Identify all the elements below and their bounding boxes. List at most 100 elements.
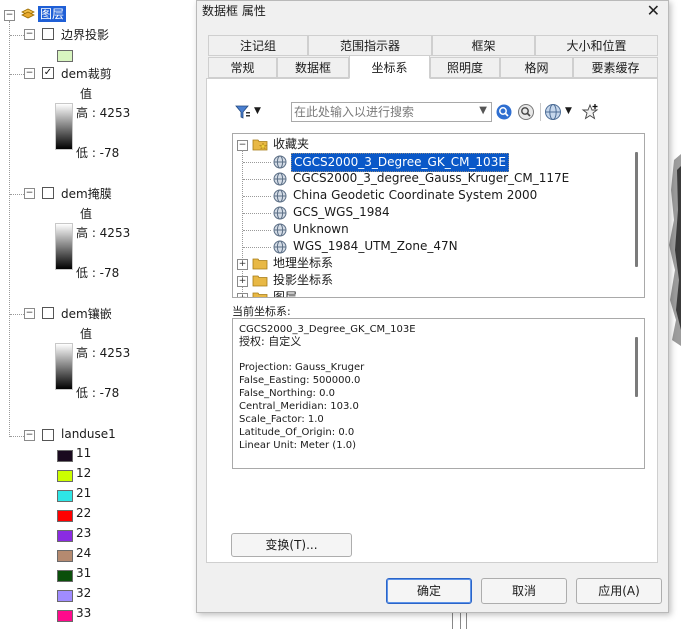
tree-line [10, 314, 24, 315]
tab-extent-indicators[interactable]: 范围指示器 [308, 35, 432, 56]
coordinate-system-item[interactable]: Unknown [293, 221, 349, 238]
high-value: 高 : 4253 [76, 346, 131, 360]
layer-name[interactable]: 边界投影 [61, 26, 109, 43]
close-icon[interactable]: ✕ [647, 1, 660, 20]
favorites-label[interactable]: 收藏夹 [273, 136, 309, 153]
tab-size-and-position[interactable]: 大小和位置 [535, 35, 658, 56]
tab-coordinate-system[interactable]: 坐标系 [349, 55, 430, 79]
layer-name[interactable]: landuse1 [61, 427, 116, 441]
tree-line [10, 74, 24, 75]
dialog-title: 数据框 属性 [202, 4, 266, 18]
collapse-layer-toggle[interactable]: − [24, 308, 35, 319]
tree-line [243, 179, 271, 180]
collapse-root-toggle[interactable]: − [4, 10, 15, 21]
coordinate-system-tree[interactable]: − 收藏夹 CGCS2000_3_Degree_GK_CM_103E CGCS20… [232, 133, 645, 298]
folder-icon [252, 275, 268, 287]
low-value: 低 : -78 [76, 266, 120, 280]
add-favorite-icon[interactable] [581, 103, 599, 121]
projected-cs-folder[interactable]: 投影坐标系 [273, 272, 333, 289]
tree-line [243, 162, 271, 163]
expand-folder-toggle[interactable]: + [237, 293, 248, 297]
collapse-layer-toggle[interactable]: − [24, 29, 35, 40]
landuse-class-label: 22 [76, 506, 92, 520]
landuse-class-swatch[interactable] [57, 550, 73, 562]
layer-visibility-checkbox[interactable] [42, 429, 54, 441]
landuse-class-label: 24 [76, 546, 92, 560]
landuse-class-swatch[interactable] [57, 570, 73, 582]
landuse-class-swatch[interactable] [57, 530, 73, 542]
tab-frame[interactable]: 框架 [432, 35, 535, 56]
landuse-class-label: 12 [76, 466, 92, 480]
filter-icon[interactable] [234, 103, 252, 121]
layer-visibility-checkbox[interactable]: ✓ [42, 67, 54, 79]
landuse-class-swatch[interactable] [57, 510, 73, 522]
collapse-layer-toggle[interactable]: − [24, 430, 35, 441]
landuse-class-swatch[interactable] [57, 590, 73, 602]
layer-visibility-checkbox[interactable] [42, 28, 54, 40]
tab-annotation-groups[interactable]: 注记组 [208, 35, 308, 56]
layer-visibility-checkbox[interactable] [42, 307, 54, 319]
expand-folder-toggle[interactable]: + [237, 259, 248, 270]
landuse-class-label: 31 [76, 566, 92, 580]
collapse-layer-toggle[interactable]: − [24, 188, 35, 199]
landuse-class-swatch[interactable] [57, 450, 73, 462]
tab-illumination[interactable]: 照明度 [430, 57, 500, 78]
layers-root-label[interactable]: 图层 [38, 6, 67, 22]
search-icon[interactable] [495, 103, 513, 121]
globe-icon [273, 172, 287, 186]
table-of-contents: − 图层 − 边界投影 − ✓ dem裁剪 值 高 : 4253 低 : -78… [0, 0, 200, 629]
search-field[interactable]: ▼ [291, 102, 492, 122]
landuse-class-swatch[interactable] [57, 470, 73, 482]
chevron-down-icon[interactable]: ▼ [254, 106, 261, 116]
layer-visibility-checkbox[interactable] [42, 187, 54, 199]
current-cs-label: 当前坐标系: [232, 305, 291, 318]
coordinate-system-item[interactable]: GCS_WGS_1984 [293, 204, 390, 221]
tree-scrollbar[interactable] [635, 152, 638, 267]
layer-name[interactable]: dem镶嵌 [61, 305, 112, 322]
tree-line [243, 230, 271, 231]
chevron-down-icon[interactable]: ▼ [479, 105, 487, 116]
landuse-class-label: 11 [76, 446, 92, 460]
globe-icon [273, 240, 287, 254]
ok-button[interactable]: 确定 [386, 578, 472, 604]
tab-feature-cache[interactable]: 要素缓存 [573, 57, 658, 78]
search-input[interactable] [294, 104, 470, 120]
landuse-class-swatch[interactable] [57, 490, 73, 502]
landuse-class-label: 23 [76, 526, 92, 540]
tab-grids[interactable]: 格网 [500, 57, 573, 78]
current-cs-details[interactable]: CGCS2000_3_Degree_GK_CM_103E 授权: 自定义 Pro… [232, 318, 645, 469]
chevron-down-icon[interactable]: ▼ [565, 106, 572, 116]
elevation-color-ramp[interactable] [55, 103, 73, 150]
elevation-color-ramp[interactable] [55, 343, 73, 390]
value-label: 值 [80, 87, 93, 101]
coordinate-system-item[interactable]: China Geodetic Coordinate System 2000 [293, 187, 537, 204]
layer-name[interactable]: dem裁剪 [61, 65, 112, 82]
cancel-button[interactable]: 取消 [481, 578, 567, 604]
clear-search-icon[interactable] [517, 103, 535, 121]
coordinate-system-item[interactable]: WGS_1984_UTM_Zone_47N [293, 238, 458, 255]
globe-icon [273, 155, 287, 169]
data-frame-properties-dialog: 数据框 属性 ✕ 注记组 范围指示器 框架 大小和位置 常规 数据框 坐标系 照… [196, 0, 669, 613]
tree-line [10, 436, 24, 437]
toolbar-divider [540, 103, 541, 121]
expand-folder-toggle[interactable]: + [237, 276, 248, 287]
transform-button[interactable]: 变换(T)... [231, 533, 352, 557]
cs-parameter: Scale_Factor: 1.0 [239, 414, 324, 425]
apply-button[interactable]: 应用(A) [576, 578, 662, 604]
globe-icon [273, 223, 287, 237]
layer-name[interactable]: dem掩膜 [61, 185, 112, 202]
tab-data-frame[interactable]: 数据框 [277, 57, 349, 78]
globe-icon[interactable] [544, 103, 562, 121]
boundary-symbol-swatch[interactable] [57, 50, 73, 62]
elevation-color-ramp[interactable] [55, 223, 73, 270]
geographic-cs-folder[interactable]: 地理坐标系 [273, 255, 333, 272]
dialog-titlebar[interactable]: 数据框 属性 ✕ [197, 1, 668, 21]
layers-folder[interactable]: 图层 [273, 289, 297, 297]
details-scrollbar[interactable] [635, 337, 638, 397]
tab-general[interactable]: 常规 [208, 57, 277, 78]
collapse-layer-toggle[interactable]: − [24, 68, 35, 79]
high-value: 高 : 4253 [76, 106, 131, 120]
coordinate-system-item[interactable]: CGCS2000_3_degree_Gauss_Kruger_CM_117E [293, 170, 569, 187]
landuse-class-swatch[interactable] [57, 610, 73, 622]
folder-icon [252, 292, 268, 297]
